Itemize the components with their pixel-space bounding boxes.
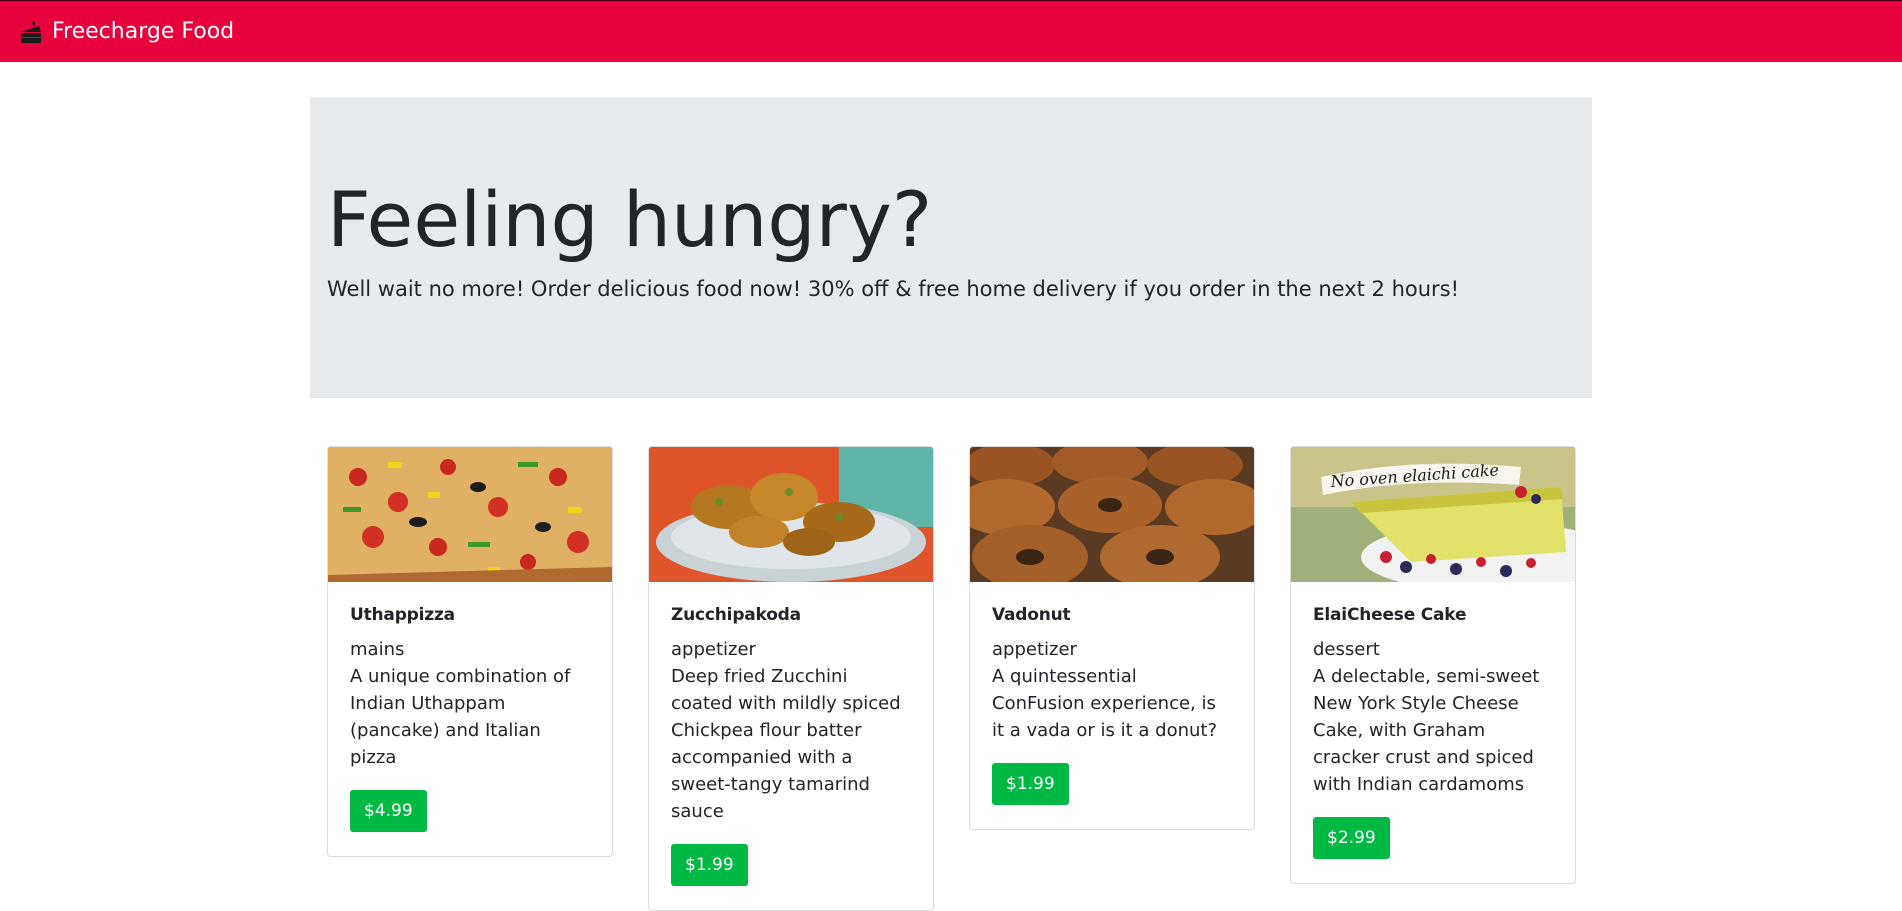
cake-slice-icon [21,20,41,43]
dish-card-uthappizza: Uthappizza mains A unique combination of… [327,446,613,857]
dish-category: mains [350,639,405,660]
hero-lead: Well wait no more! Order delicious food … [327,277,1460,301]
dish-name: Zucchipakoda [671,605,801,625]
dish-description: Deep fried Zucchini coated with mildly s… [671,666,901,822]
dish-image-donuts [970,447,1254,582]
dish-card-elaicheese-cake: No oven elaichi cake ElaiCheese Cake des… [1290,446,1576,884]
dish-description: A delectable, semi-sweet New York Style … [1313,666,1540,795]
card-body: ElaiCheese Cake dessert A delectable, se… [1291,582,1575,883]
dish-name: Uthappizza [350,605,455,625]
dish-image-pizza [328,447,612,582]
price-button[interactable]: $4.99 [350,790,427,832]
dish-category: dessert [1313,639,1380,660]
dish-category: appetizer [992,639,1077,660]
dish-name: ElaiCheese Cake [1313,605,1467,625]
hero-title: Feeling hungry? [327,175,933,264]
dish-card-zucchipakoda: Zucchipakoda appetizer Deep fried Zucchi… [648,446,934,911]
hero-jumbotron: Feeling hungry? Well wait no more! Order… [310,97,1592,398]
dish-card-vadonut: Vadonut appetizer A quintessential ConFu… [969,446,1255,830]
dish-description: A unique combination of Indian Uthappam … [350,666,571,768]
dish-description: A quintessential ConFusion experience, i… [992,666,1218,741]
brand-link[interactable]: Freecharge Food [18,19,234,45]
dish-name: Vadonut [992,605,1071,625]
price-button[interactable]: $1.99 [992,763,1069,805]
dish-image-cheesecake: No oven elaichi cake [1291,447,1575,582]
card-body: Zucchipakoda appetizer Deep fried Zucchi… [649,582,933,910]
navbar: Freecharge Food [0,0,1902,62]
card-body: Uthappizza mains A unique combination of… [328,582,612,856]
dish-category: appetizer [671,639,756,660]
card-body: Vadonut appetizer A quintessential ConFu… [970,582,1254,829]
price-button[interactable]: $1.99 [671,844,748,886]
price-button[interactable]: $2.99 [1313,817,1390,859]
brand-text: Freecharge Food [52,19,235,44]
dish-image-pakoda [649,447,933,582]
